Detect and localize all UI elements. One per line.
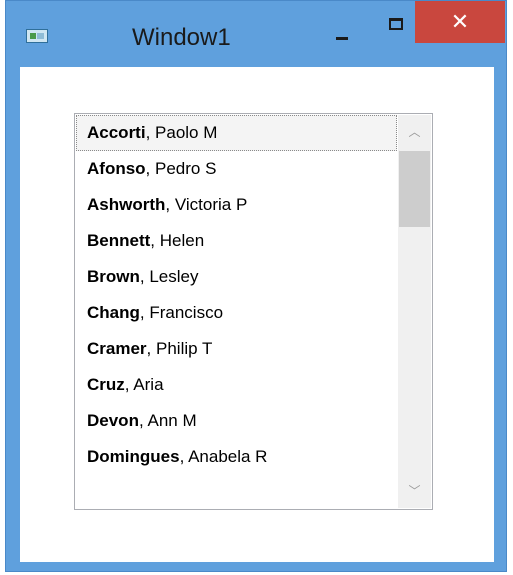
close-icon: ✕ (450, 9, 470, 34)
first-name: , Helen (150, 231, 205, 250)
scroll-down-button[interactable]: ﹀ (398, 474, 431, 508)
window-title: Window1 (132, 24, 231, 51)
chevron-down-icon: ﹀ (408, 484, 421, 498)
first-name: , Philip T (146, 339, 213, 358)
last-name: Accorti (87, 123, 146, 142)
vertical-scrollbar[interactable]: ︿ ﹀ (398, 115, 431, 508)
first-name: , Lesley (139, 267, 199, 286)
last-name: Chang (87, 303, 140, 322)
first-name: , Francisco (139, 303, 224, 322)
list-item[interactable]: Cruz, Aria (76, 367, 397, 403)
last-name: Domingues (87, 447, 180, 466)
list-item[interactable]: Bennett, Helen (76, 223, 397, 259)
last-name: Brown (87, 267, 140, 286)
minimize-icon (336, 37, 348, 40)
last-name: Cramer (87, 339, 147, 358)
first-name: , Aria (124, 375, 164, 394)
first-name: , Victoria P (165, 195, 248, 214)
last-name: Afonso (87, 159, 146, 178)
list-item[interactable]: Brown, Lesley (76, 259, 397, 295)
last-name: Ashworth (87, 195, 166, 214)
scroll-up-button[interactable]: ︿ (398, 115, 431, 149)
list-item[interactable]: Domingues, Anabela R (76, 439, 397, 475)
maximize-button[interactable] (378, 9, 414, 45)
chevron-up-icon: ︿ (408, 125, 421, 139)
client-area: Accorti, Paolo M Afonso, Pedro S Ashwort… (20, 67, 494, 562)
first-name: , Paolo M (145, 123, 218, 142)
names-listbox[interactable]: Accorti, Paolo M Afonso, Pedro S Ashwort… (74, 113, 433, 510)
title-bar[interactable]: Window1 ✕ (6, 1, 506, 67)
list-item[interactable]: Ashworth, Victoria P (76, 187, 397, 223)
list-items: Accorti, Paolo M Afonso, Pedro S Ashwort… (76, 115, 397, 475)
maximize-icon (389, 18, 403, 30)
first-name: , Pedro S (145, 159, 217, 178)
first-name: , Anabela R (179, 447, 268, 466)
scroll-thumb[interactable] (399, 151, 430, 227)
list-item[interactable]: Chang, Francisco (76, 295, 397, 331)
window: Window1 ✕ Accorti, Paolo M Afonso, Pedro… (5, 0, 507, 572)
minimize-button[interactable] (324, 15, 360, 51)
list-item[interactable]: Afonso, Pedro S (76, 151, 397, 187)
list-item[interactable]: Devon, Ann M (76, 403, 397, 439)
last-name: Bennett (87, 231, 151, 250)
last-name: Cruz (87, 375, 125, 394)
last-name: Devon (87, 411, 139, 430)
first-name: , Ann M (138, 411, 197, 430)
close-button[interactable]: ✕ (415, 1, 505, 43)
app-window-icon[interactable] (26, 29, 48, 43)
list-item[interactable]: Cramer, Philip T (76, 331, 397, 367)
list-item[interactable]: Accorti, Paolo M (76, 115, 397, 151)
